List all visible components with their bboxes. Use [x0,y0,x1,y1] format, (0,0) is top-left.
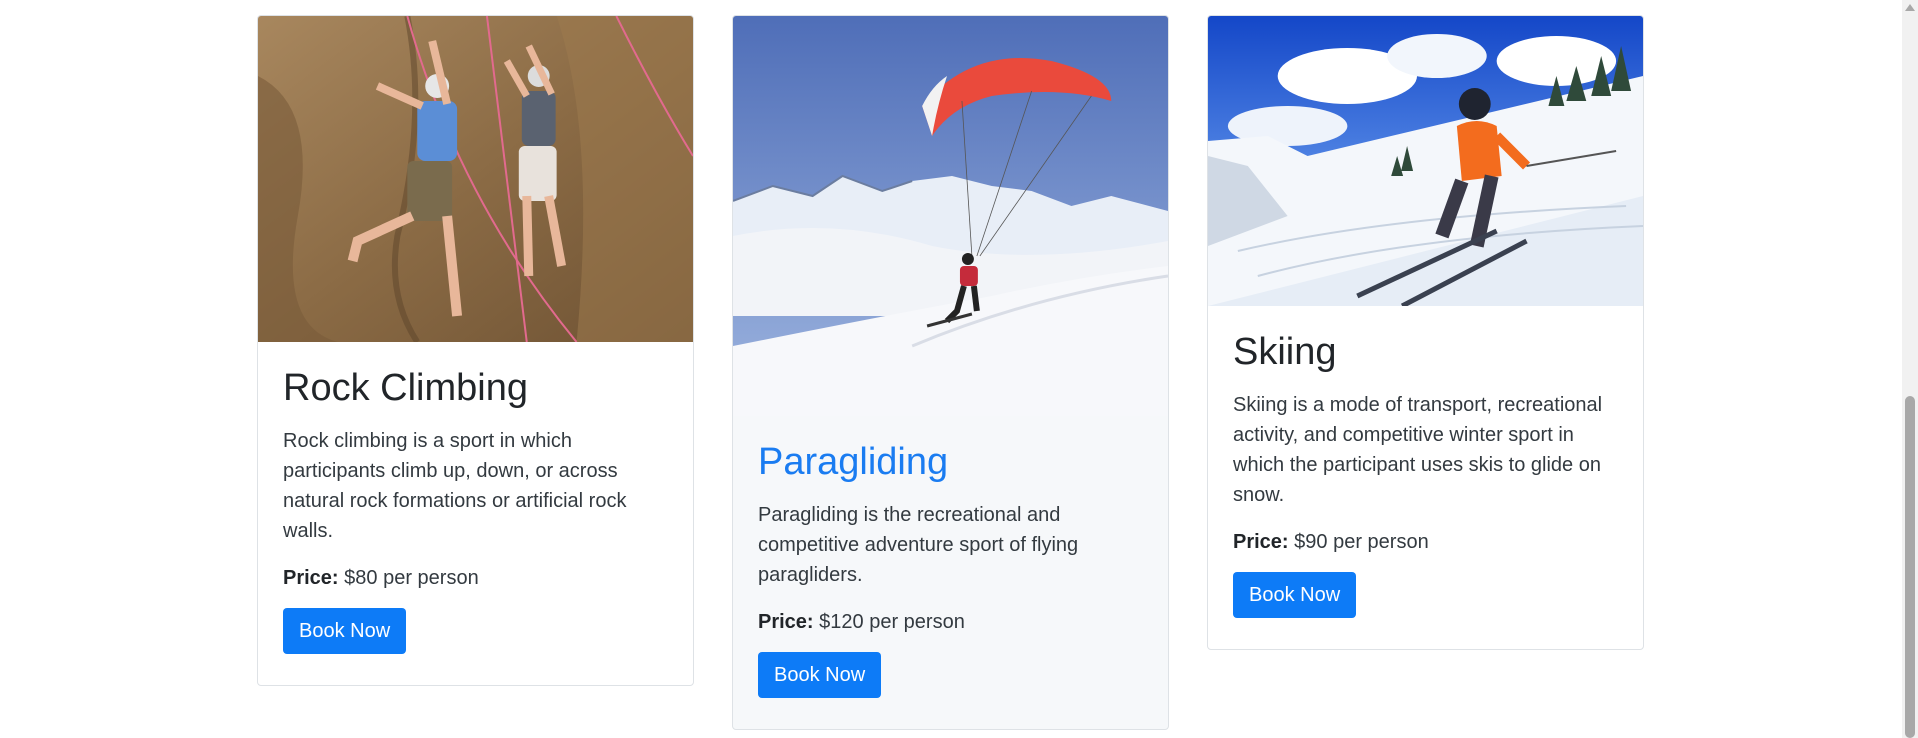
card-title: Skiing [1233,331,1337,373]
price-label: Price: [758,610,814,633]
price-label: Price: [283,566,339,589]
price-line: Price: $120 per person [758,608,1143,636]
price-label: Price: [1233,530,1289,553]
activity-card-rock-climbing: Rock Climbing Rock climbing is a sport i… [257,15,694,686]
book-now-button[interactable]: Book Now [758,651,882,698]
card-description: Rock climbing is a sport in which partic… [283,429,627,542]
card-body: Rock Climbing Rock climbing is a sport i… [258,342,693,678]
scroll-up-arrow-icon[interactable] [1905,4,1915,11]
price-value: $80 per person [344,566,479,589]
card-description: Skiing is a mode of transport, recreatio… [1233,393,1603,506]
card-body: Paragliding Paragliding is the recreatio… [733,416,1168,722]
page-scrollbar[interactable] [1902,0,1918,738]
card-title: Paragliding [758,441,949,483]
price-value: $120 per person [819,610,965,633]
paragliding-image [733,16,1168,416]
book-now-button[interactable]: Book Now [283,607,407,654]
scrollbar-thumb[interactable] [1905,396,1915,738]
card-title: Rock Climbing [283,367,528,409]
book-now-button[interactable]: Book Now [1233,571,1357,618]
activity-card-skiing: Skiing Skiing is a mode of transport, re… [1207,15,1644,650]
card-description: Paragliding is the recreational and comp… [758,503,1079,586]
price-value: $90 per person [1294,530,1429,553]
skiing-image [1208,16,1643,306]
activity-card-paragliding: Paragliding Paragliding is the recreatio… [732,15,1169,730]
price-line: Price: $80 per person [283,564,668,592]
rock-climbing-image [258,16,693,342]
card-body: Skiing Skiing is a mode of transport, re… [1208,306,1643,642]
price-line: Price: $90 per person [1233,528,1618,556]
